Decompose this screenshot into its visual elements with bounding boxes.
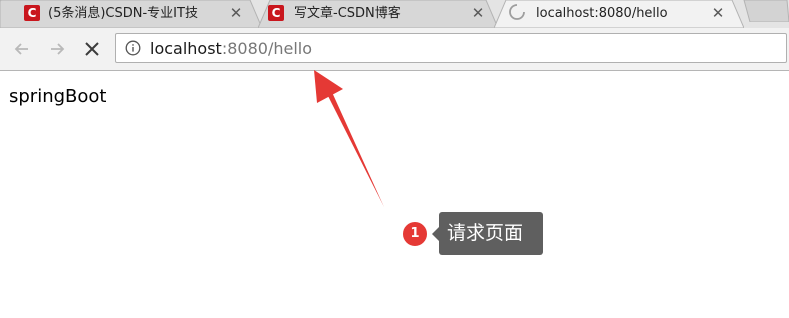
browser-toolbar: localhost:8080/hello: [0, 28, 789, 71]
info-circle-icon[interactable]: [125, 40, 141, 56]
tab-write-article[interactable]: C 写文章-CSDN博客 ✕: [258, 0, 498, 28]
annotation-number-badge: 1: [402, 221, 428, 247]
page-body-text: springBoot: [9, 86, 107, 107]
loading-spinner-icon: [509, 4, 525, 20]
address-bar[interactable]: localhost:8080/hello: [115, 33, 787, 63]
annotation-label: 请求页面: [439, 212, 543, 255]
tab-title: (5条消息)CSDN-专业IT技: [48, 6, 198, 21]
tab-localhost-hello[interactable]: localhost:8080/hello ✕: [494, 0, 744, 28]
close-icon[interactable]: ✕: [228, 5, 244, 21]
close-icon[interactable]: ✕: [470, 5, 486, 21]
new-tab-button[interactable]: [742, 0, 789, 22]
browser-window: C (5条消息)CSDN-专业IT技 ✕ C 写文章-CSDN博客 ✕ loca…: [0, 0, 789, 318]
tab-strip: C (5条消息)CSDN-专业IT技 ✕ C 写文章-CSDN博客 ✕ loca…: [0, 0, 789, 29]
url-text[interactable]: localhost:8080/hello: [150, 39, 312, 59]
close-icon[interactable]: ✕: [710, 5, 726, 21]
forward-arrow-icon[interactable]: [46, 38, 68, 60]
back-arrow-icon[interactable]: [11, 38, 33, 60]
csdn-logo-icon: C: [24, 5, 40, 21]
url-path: :8080/hello: [221, 39, 312, 58]
tab-title: 写文章-CSDN博客: [294, 6, 401, 21]
url-host: localhost: [150, 39, 222, 58]
tab-title: localhost:8080/hello: [536, 6, 668, 21]
tab-csdn-messages[interactable]: C (5条消息)CSDN-专业IT技 ✕: [0, 0, 262, 28]
stop-x-icon[interactable]: [81, 38, 103, 60]
csdn-logo-icon: C: [268, 5, 284, 21]
